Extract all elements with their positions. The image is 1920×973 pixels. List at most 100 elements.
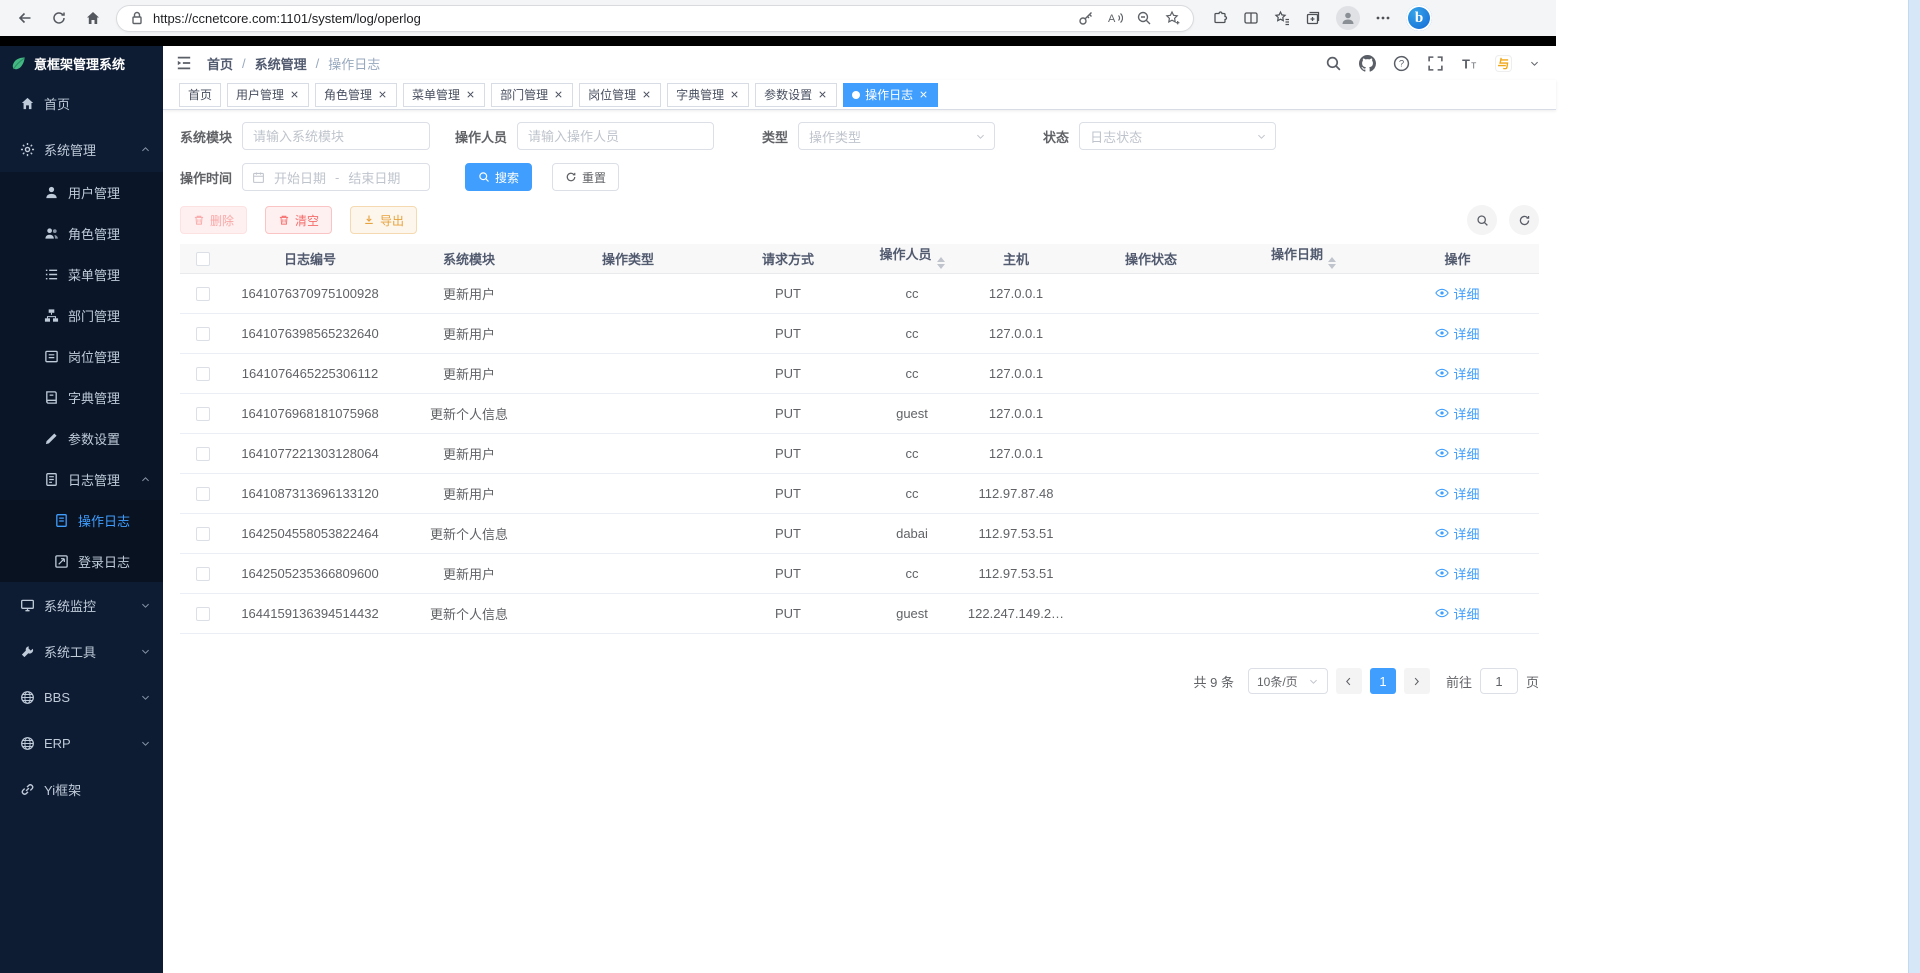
- prev-page-button[interactable]: [1336, 668, 1362, 694]
- tab-dict[interactable]: 字典管理: [667, 83, 749, 107]
- tab-role[interactable]: 角色管理: [315, 83, 397, 107]
- close-icon[interactable]: [918, 89, 929, 100]
- sidebar-item-home[interactable]: 首页: [0, 80, 163, 126]
- detail-link[interactable]: 详细: [1435, 364, 1479, 383]
- add-favorite-icon[interactable]: [1165, 10, 1181, 26]
- row-checkbox[interactable]: [196, 367, 210, 381]
- close-icon[interactable]: [553, 89, 564, 100]
- detail-link[interactable]: 详细: [1435, 524, 1479, 543]
- row-checkbox[interactable]: [196, 407, 210, 421]
- row-checkbox[interactable]: [196, 327, 210, 341]
- page-size-select[interactable]: 10条/页: [1248, 668, 1328, 694]
- search-icon[interactable]: [1325, 55, 1342, 72]
- sidebar-item-erp[interactable]: ERP: [0, 720, 163, 766]
- url-text[interactable]: https://ccnetcore.com:1101/system/log/op…: [153, 11, 421, 26]
- operator-filter-input[interactable]: [517, 122, 714, 150]
- close-icon[interactable]: [729, 89, 740, 100]
- row-checkbox[interactable]: [196, 607, 210, 621]
- goto-page-input[interactable]: [1480, 668, 1518, 694]
- tab-user[interactable]: 用户管理: [227, 83, 309, 107]
- address-bar[interactable]: https://ccnetcore.com:1101/system/log/op…: [116, 5, 1194, 32]
- row-checkbox[interactable]: [196, 447, 210, 461]
- tab-operlog[interactable]: 操作日志: [843, 83, 938, 107]
- detail-link[interactable]: 详细: [1435, 324, 1479, 343]
- sidebar-item-operlog[interactable]: 操作日志: [0, 500, 163, 541]
- page-1-button[interactable]: 1: [1370, 668, 1396, 694]
- github-icon[interactable]: [1359, 55, 1376, 72]
- row-checkbox[interactable]: [196, 287, 210, 301]
- sidebar-item-config[interactable]: 参数设置: [0, 418, 163, 459]
- browser-home-button[interactable]: [78, 4, 108, 32]
- browser-back-button[interactable]: [10, 4, 40, 32]
- toggle-search-button[interactable]: [1467, 205, 1497, 235]
- sort-icon[interactable]: [937, 253, 945, 273]
- bing-icon[interactable]: [1406, 5, 1432, 31]
- sidebar-item-dept[interactable]: 部门管理: [0, 295, 163, 336]
- browser-refresh-button[interactable]: [44, 4, 74, 32]
- chevron-down-icon[interactable]: [1529, 58, 1540, 69]
- reset-button[interactable]: 重置: [552, 163, 619, 191]
- sidebar-item-user[interactable]: 用户管理: [0, 172, 163, 213]
- close-icon[interactable]: [641, 89, 652, 100]
- sort-icon[interactable]: [1328, 253, 1336, 273]
- module-filter-input[interactable]: [242, 122, 430, 150]
- user-avatar[interactable]: 与: [1495, 55, 1512, 72]
- fullscreen-icon[interactable]: [1427, 55, 1444, 72]
- status-filter-select[interactable]: 日志状态: [1079, 122, 1276, 150]
- detail-link[interactable]: 详细: [1435, 604, 1479, 623]
- sidebar-item-tool[interactable]: 系统工具: [0, 628, 163, 674]
- close-icon[interactable]: [817, 89, 828, 100]
- breadcrumb-item[interactable]: 首页: [207, 54, 233, 73]
- sidebar-item-post[interactable]: 岗位管理: [0, 336, 163, 377]
- row-checkbox[interactable]: [196, 527, 210, 541]
- font-size-icon[interactable]: TT: [1461, 55, 1478, 72]
- browser-menu-icon[interactable]: [1375, 10, 1391, 26]
- hamburger-icon[interactable]: [175, 54, 193, 72]
- refresh-table-button[interactable]: [1509, 205, 1539, 235]
- detail-link[interactable]: 详细: [1435, 404, 1479, 423]
- export-button[interactable]: 导出: [350, 206, 417, 234]
- detail-link[interactable]: 详细: [1435, 284, 1479, 303]
- date-range-picker[interactable]: 开始日期 - 结束日期: [242, 163, 430, 191]
- search-button[interactable]: 搜索: [465, 163, 532, 191]
- zoom-out-icon[interactable]: [1136, 10, 1152, 26]
- tab-dept[interactable]: 部门管理: [491, 83, 573, 107]
- row-checkbox[interactable]: [196, 567, 210, 581]
- tab-home[interactable]: 首页: [179, 83, 221, 107]
- password-key-icon[interactable]: [1078, 10, 1094, 26]
- detail-link[interactable]: 详细: [1435, 444, 1479, 463]
- close-icon[interactable]: [289, 89, 300, 100]
- sidebar-item-monitor[interactable]: 系统监控: [0, 582, 163, 628]
- browser-profile-avatar[interactable]: [1336, 6, 1360, 30]
- sidebar-item-system[interactable]: 系统管理: [0, 126, 163, 172]
- select-all-checkbox[interactable]: [196, 252, 210, 266]
- type-filter-select[interactable]: 操作类型: [798, 122, 995, 150]
- sidebar-item-loginlog[interactable]: 登录日志: [0, 541, 163, 582]
- row-checkbox[interactable]: [196, 487, 210, 501]
- next-page-button[interactable]: [1404, 668, 1430, 694]
- split-screen-icon[interactable]: [1243, 10, 1259, 26]
- read-aloud-icon[interactable]: A: [1107, 10, 1123, 26]
- table-header-operator[interactable]: 操作人员: [863, 244, 961, 274]
- app-logo[interactable]: 意框架管理系统: [0, 46, 163, 80]
- delete-button[interactable]: 删除: [180, 206, 247, 234]
- extensions-icon[interactable]: [1212, 10, 1228, 26]
- sidebar-item-log[interactable]: 日志管理: [0, 459, 163, 500]
- sidebar-item-menu[interactable]: 菜单管理: [0, 254, 163, 295]
- tab-post[interactable]: 岗位管理: [579, 83, 661, 107]
- tab-menu[interactable]: 菜单管理: [403, 83, 485, 107]
- help-icon[interactable]: ?: [1393, 55, 1410, 72]
- tab-config[interactable]: 参数设置: [755, 83, 837, 107]
- sidebar-item-bbs[interactable]: BBS: [0, 674, 163, 720]
- close-icon[interactable]: [377, 89, 388, 100]
- table-header-date[interactable]: 操作日期: [1231, 244, 1376, 274]
- sidebar-item-role[interactable]: 角色管理: [0, 213, 163, 254]
- close-icon[interactable]: [465, 89, 476, 100]
- collections-icon[interactable]: [1305, 10, 1321, 26]
- favorites-icon[interactable]: [1274, 10, 1290, 26]
- detail-link[interactable]: 详细: [1435, 564, 1479, 583]
- clear-button[interactable]: 清空: [265, 206, 332, 234]
- detail-link[interactable]: 详细: [1435, 484, 1479, 503]
- breadcrumb-item[interactable]: 系统管理: [255, 54, 307, 73]
- sidebar-item-yiframe[interactable]: Yi框架: [0, 766, 163, 812]
